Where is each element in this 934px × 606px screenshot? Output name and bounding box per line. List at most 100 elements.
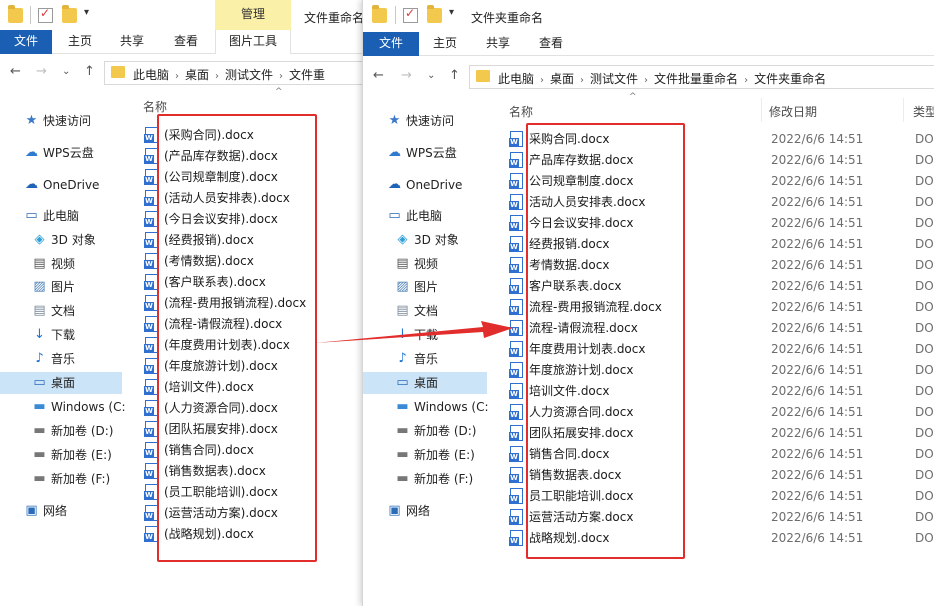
file-row[interactable]: (运营活动方案).docx <box>144 503 345 524</box>
sidebar-item-network[interactable]: ▣ 网络 <box>363 500 487 522</box>
sidebar-item-wps[interactable]: ☁ WPS云盘 <box>0 142 122 164</box>
breadcrumb-item[interactable]: 测试文件 <box>590 72 638 86</box>
sidebar-item-downloads[interactable]: ↓ 下载 <box>0 324 122 346</box>
sidebar-item-videos[interactable]: ▤ 视频 <box>0 253 122 275</box>
sidebar-item-objects3d[interactable]: ◈ 3D 对象 <box>0 229 122 251</box>
breadcrumb-item[interactable]: 文件批量重命名 <box>654 72 738 86</box>
address-bar[interactable]: 此电脑 › 桌面 › 测试文件 › 文件重 <box>104 61 362 85</box>
file-row[interactable]: 员工职能培训.docx 2022/6/6 14:51 DO <box>509 486 934 507</box>
sidebar-item-music[interactable]: ♪ 音乐 <box>0 348 122 370</box>
file-row[interactable]: (客户联系表).docx <box>144 272 345 293</box>
sidebar-item-drive-e[interactable]: ▬ 新加卷 (E:) <box>0 444 122 466</box>
breadcrumb-item[interactable]: 此电脑 <box>133 68 169 82</box>
recent-locations-icon[interactable]: ⌄ <box>62 66 70 77</box>
file-row[interactable]: 年度旅游计划.docx 2022/6/6 14:51 DO <box>509 360 934 381</box>
file-row[interactable]: (战略规划).docx <box>144 524 345 545</box>
sidebar-item-objects3d[interactable]: ◈ 3D 对象 <box>363 229 487 251</box>
column-header-name[interactable]: 名称 <box>143 98 167 115</box>
file-row[interactable]: 经费报销.docx 2022/6/6 14:51 DO <box>509 234 934 255</box>
sidebar-item-network[interactable]: ▣ 网络 <box>0 500 122 522</box>
file-row[interactable]: (产品库存数据).docx <box>144 146 345 167</box>
sidebar-item-pictures[interactable]: ▨ 图片 <box>363 276 487 298</box>
tab-share[interactable]: 共享 <box>476 32 520 56</box>
folder-icon[interactable] <box>372 5 387 23</box>
sidebar-item-onedrive[interactable]: ☁ OneDrive <box>0 174 122 196</box>
file-row[interactable]: (采购合同).docx <box>144 125 345 146</box>
sidebar-item-this-pc[interactable]: ▭ 此电脑 <box>0 205 122 227</box>
file-row[interactable]: (团队拓展安排).docx <box>144 419 345 440</box>
sidebar-item-documents[interactable]: ▤ 文档 <box>0 300 122 322</box>
column-header-modified[interactable]: 修改日期 <box>769 103 817 120</box>
breadcrumb-item[interactable]: 桌面 <box>185 68 209 82</box>
column-header-name[interactable]: 名称 <box>509 103 533 120</box>
sidebar-item-desktop[interactable]: ▭ 桌面 <box>0 372 122 394</box>
file-row[interactable]: 流程-费用报销流程.docx 2022/6/6 14:51 DO <box>509 297 934 318</box>
file-row[interactable]: (经费报销).docx <box>144 230 345 251</box>
recent-locations-icon[interactable]: ⌄ <box>427 70 435 81</box>
tab-home[interactable]: 主页 <box>58 30 102 54</box>
new-folder-icon[interactable] <box>427 5 442 23</box>
tab-manage[interactable]: 管理 <box>215 0 291 30</box>
folder-icon[interactable] <box>8 5 23 23</box>
breadcrumb-item[interactable]: 此电脑 <box>498 72 534 86</box>
file-row[interactable]: 活动人员安排表.docx 2022/6/6 14:51 DO <box>509 192 934 213</box>
file-row[interactable]: 培训文件.docx 2022/6/6 14:51 DO <box>509 381 934 402</box>
file-row[interactable]: (销售合同).docx <box>144 440 345 461</box>
tab-picture-tools[interactable]: 图片工具 <box>215 30 291 54</box>
tab-file[interactable]: 文件 <box>0 30 52 54</box>
file-row[interactable]: 战略规划.docx 2022/6/6 14:51 DO <box>509 528 934 549</box>
forward-icon[interactable]: → <box>36 64 47 79</box>
column-header-type[interactable]: 类型 <box>913 103 934 120</box>
file-row[interactable]: 运营活动方案.docx 2022/6/6 14:51 DO <box>509 507 934 528</box>
tab-share[interactable]: 共享 <box>110 30 154 54</box>
customize-dropdown-icon[interactable]: ▾ <box>449 7 459 22</box>
file-row[interactable]: (年度旅游计划).docx <box>144 356 345 377</box>
file-row[interactable]: 销售合同.docx 2022/6/6 14:51 DO <box>509 444 934 465</box>
up-icon[interactable]: ↑ <box>84 64 95 79</box>
customize-dropdown-icon[interactable]: ▾ <box>84 7 94 22</box>
file-row[interactable]: 考情数据.docx 2022/6/6 14:51 DO <box>509 255 934 276</box>
properties-icon[interactable] <box>38 6 53 23</box>
file-row[interactable]: 销售数据表.docx 2022/6/6 14:51 DO <box>509 465 934 486</box>
address-bar[interactable]: 此电脑 › 桌面 › 测试文件 › 文件批量重命名 › 文件夹重命名 <box>469 65 934 89</box>
file-row[interactable]: (考情数据).docx <box>144 251 345 272</box>
file-row[interactable]: (销售数据表).docx <box>144 461 345 482</box>
file-row[interactable]: 今日会议安排.docx 2022/6/6 14:51 DO <box>509 213 934 234</box>
file-row[interactable]: (公司规章制度).docx <box>144 167 345 188</box>
file-row[interactable]: 团队拓展安排.docx 2022/6/6 14:51 DO <box>509 423 934 444</box>
file-row[interactable]: 公司规章制度.docx 2022/6/6 14:51 DO <box>509 171 934 192</box>
file-row[interactable]: (人力资源合同).docx <box>144 398 345 419</box>
sidebar-item-drive-e[interactable]: ▬ 新加卷 (E:) <box>363 444 487 466</box>
file-row[interactable]: (今日会议安排).docx <box>144 209 345 230</box>
sidebar-item-onedrive[interactable]: ☁ OneDrive <box>363 174 487 196</box>
breadcrumb-item[interactable]: 文件重 <box>289 68 325 82</box>
breadcrumb-item[interactable]: 桌面 <box>550 72 574 86</box>
sidebar-item-drive-d[interactable]: ▬ 新加卷 (D:) <box>363 420 487 442</box>
back-icon[interactable]: ← <box>373 68 384 83</box>
sidebar-item-wps[interactable]: ☁ WPS云盘 <box>363 142 487 164</box>
tab-view[interactable]: 查看 <box>164 30 208 54</box>
file-row[interactable]: 人力资源合同.docx 2022/6/6 14:51 DO <box>509 402 934 423</box>
tab-home[interactable]: 主页 <box>423 32 467 56</box>
properties-icon[interactable] <box>403 6 418 23</box>
file-row[interactable]: (员工职能培训).docx <box>144 482 345 503</box>
column-divider[interactable] <box>903 98 904 122</box>
file-row[interactable]: 采购合同.docx 2022/6/6 14:51 DO <box>509 129 934 150</box>
forward-icon[interactable]: → <box>401 68 412 83</box>
sidebar-item-quick-access[interactable]: ★ 快速访问 <box>0 110 122 132</box>
file-row[interactable]: (活动人员安排表).docx <box>144 188 345 209</box>
sidebar-item-desktop[interactable]: ▭ 桌面 <box>363 372 487 394</box>
sidebar-item-music[interactable]: ♪ 音乐 <box>363 348 487 370</box>
file-row[interactable]: (培训文件).docx <box>144 377 345 398</box>
sidebar-item-videos[interactable]: ▤ 视频 <box>363 253 487 275</box>
file-row[interactable]: 客户联系表.docx 2022/6/6 14:51 DO <box>509 276 934 297</box>
sidebar-item-this-pc[interactable]: ▭ 此电脑 <box>363 205 487 227</box>
back-icon[interactable]: ← <box>10 64 21 79</box>
breadcrumb-item[interactable]: 文件夹重命名 <box>754 72 826 86</box>
sidebar-item-windows[interactable]: ▬ Windows (C: <box>363 396 488 418</box>
new-folder-icon[interactable] <box>62 5 77 23</box>
file-row[interactable]: 产品库存数据.docx 2022/6/6 14:51 DO <box>509 150 934 171</box>
tab-view[interactable]: 查看 <box>529 32 573 56</box>
file-row[interactable]: (流程-费用报销流程).docx <box>144 293 345 314</box>
sidebar-item-windows[interactable]: ▬ Windows (C: <box>0 396 125 418</box>
